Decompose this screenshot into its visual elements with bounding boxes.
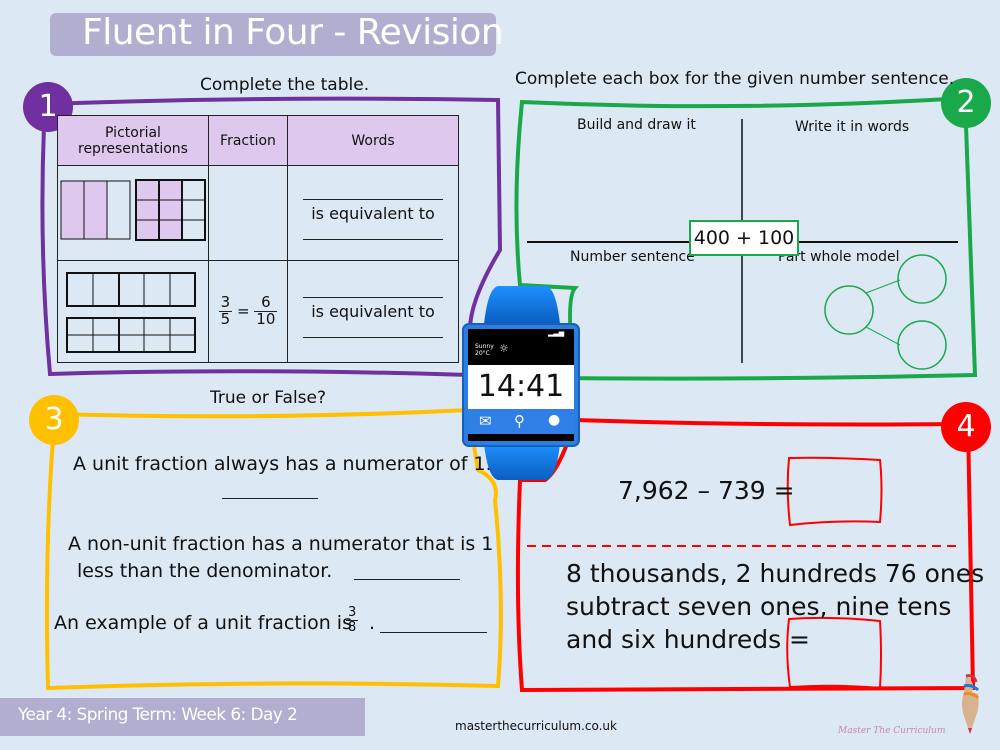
smartwatch: Sunny 20°C ☼ ▂▃▅ 14:41 ✉ ⚲ ● bbox=[462, 284, 580, 484]
pencil-logo-icon bbox=[962, 674, 980, 734]
answer-line-2[interactable] bbox=[354, 578, 460, 580]
bar-model-fifths-tenths bbox=[66, 271, 196, 353]
answer-line[interactable] bbox=[303, 285, 443, 298]
table-row: 35 = 6 10 is equivalent to bbox=[57, 260, 459, 363]
whole-circle bbox=[824, 285, 874, 335]
watch-time: 14:41 bbox=[468, 365, 574, 409]
q1-table: Pictorial representations Fraction Words bbox=[57, 115, 459, 363]
bar-model-thirds-ninths bbox=[60, 179, 206, 241]
q3-badge: 3 bbox=[29, 395, 79, 445]
search-icon[interactable]: ⚲ bbox=[514, 412, 525, 430]
table-header-row: Pictorial representations Fraction Words bbox=[57, 115, 459, 166]
fraction-three-eighths: 38 bbox=[346, 605, 359, 635]
website-link[interactable]: masterthecurriculum.co.uk bbox=[455, 719, 617, 733]
answer-line[interactable] bbox=[303, 187, 443, 200]
period: . bbox=[369, 612, 376, 634]
lesson-label: Year 4: Spring Term: Week 6: Day 2 bbox=[18, 705, 298, 725]
column-header: Fraction bbox=[208, 115, 288, 166]
subtraction-equation: 7,962 – 739 = bbox=[618, 476, 795, 505]
statement-3: An example of a unit fraction is bbox=[54, 612, 352, 634]
watch-toolbar: ✉ ⚲ ● bbox=[468, 409, 574, 434]
fraction-three-fifths: 35 bbox=[218, 293, 233, 328]
weather-readout: Sunny 20°C bbox=[475, 343, 494, 357]
equivalent-text: is equivalent to bbox=[311, 302, 435, 321]
sun-icon: ☼ bbox=[499, 342, 509, 355]
answer-line[interactable] bbox=[303, 227, 443, 240]
word-problem-line-2: subtract seven ones, nine tens bbox=[566, 592, 952, 621]
statement-1: A unit fraction always has a numerator o… bbox=[73, 453, 492, 475]
pictorial-cell bbox=[57, 165, 209, 261]
answer-line-3[interactable] bbox=[380, 631, 487, 633]
column-header: Words bbox=[287, 115, 459, 166]
words-cell: is equivalent to bbox=[287, 260, 459, 363]
quadrant-number-sentence: Number sentence bbox=[570, 249, 695, 265]
brand-logo-text: Master The Curriculum bbox=[838, 726, 946, 736]
part-whole-model bbox=[824, 254, 947, 370]
fraction-six-tenths: 6 10 bbox=[254, 293, 278, 328]
equals-sign: = bbox=[236, 302, 250, 320]
q1-instruction: Complete the table. bbox=[200, 75, 370, 95]
table-row: is equivalent to bbox=[57, 165, 459, 261]
word-problem-line-3: and six hundreds = bbox=[566, 625, 810, 654]
part-circle-top bbox=[897, 254, 947, 304]
q3-instruction: True or False? bbox=[210, 388, 327, 408]
quadrant-write-in-words: Write it in words bbox=[795, 119, 910, 135]
quadrant-build-and-draw: Build and draw it bbox=[577, 117, 696, 133]
equivalent-text: is equivalent to bbox=[311, 203, 435, 223]
answer-line-1[interactable] bbox=[222, 497, 318, 499]
number-sentence-box: 400 + 100 bbox=[689, 220, 799, 256]
mail-icon[interactable]: ✉ bbox=[479, 412, 492, 430]
statement-2-line-2: less than the denominator. bbox=[77, 560, 333, 582]
signal-icon: ▂▃▅ bbox=[548, 329, 565, 337]
part-circle-bottom bbox=[897, 320, 947, 370]
q2-instruction: Complete each box for the given number s… bbox=[515, 69, 955, 89]
fraction-cell: 35 = 6 10 bbox=[208, 260, 288, 363]
user-icon[interactable]: ● bbox=[548, 412, 560, 428]
fraction-cell-empty[interactable] bbox=[208, 165, 288, 261]
statement-2-line-1: A non-unit fraction has a numerator that… bbox=[68, 533, 494, 555]
q4-badge: 4 bbox=[941, 402, 991, 452]
column-header: Pictorial representations bbox=[57, 115, 209, 166]
word-problem-line-1: 8 thousands, 2 hundreds 76 ones bbox=[566, 559, 985, 588]
words-cell: is equivalent to bbox=[287, 165, 459, 261]
q4-answer-box-1[interactable] bbox=[786, 456, 883, 527]
answer-line[interactable] bbox=[303, 325, 443, 338]
pictorial-cell bbox=[57, 260, 209, 363]
